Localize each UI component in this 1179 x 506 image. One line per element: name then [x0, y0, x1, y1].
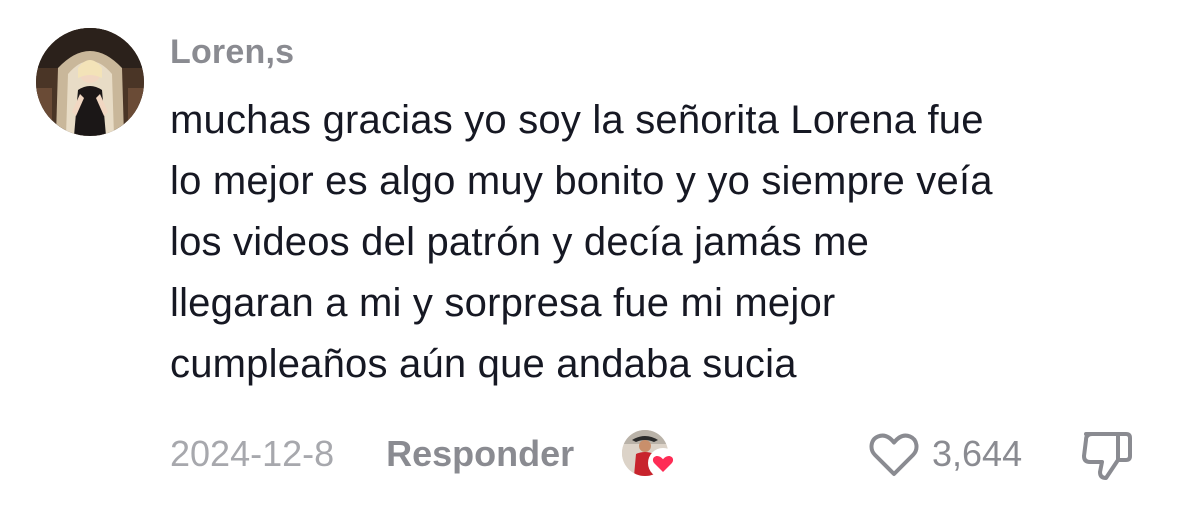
comment-item: Loren,s muchas gracias yo soy la señorit… — [0, 0, 1179, 506]
creator-liked-badge — [622, 426, 679, 482]
like-count: 3,644 — [932, 433, 1023, 474]
heart-filled-icon — [648, 448, 679, 478]
heart-outline-icon[interactable] — [868, 430, 920, 478]
comment-date: 2024-12-8 — [170, 433, 335, 474]
comment-text: muchas gracias yo soy la señorita Lorena… — [170, 98, 993, 386]
comment-meta: 2024-12-8 Responder — [170, 424, 679, 484]
user-avatar[interactable] — [36, 28, 144, 136]
thumbs-down-icon[interactable] — [1078, 428, 1134, 482]
reply-button[interactable]: Responder — [386, 424, 574, 484]
like-button[interactable]: 3,644 — [868, 424, 1022, 484]
comment-username[interactable]: Loren,s — [170, 30, 294, 74]
